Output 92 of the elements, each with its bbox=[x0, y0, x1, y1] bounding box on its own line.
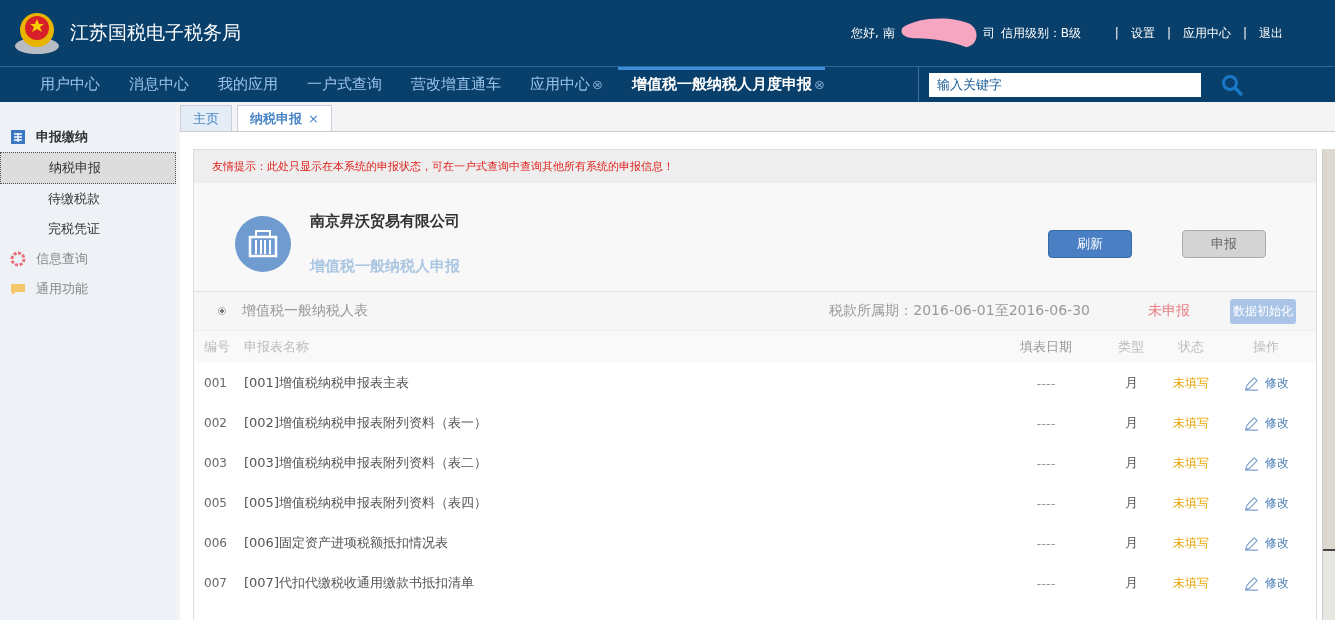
edit-link[interactable]: 修改 bbox=[1264, 374, 1289, 392]
table-cell-text: 月 bbox=[1123, 494, 1139, 512]
sidebar-item[interactable]: 纳税申报 bbox=[0, 152, 176, 184]
header-link[interactable]: 应用中心 bbox=[1182, 24, 1231, 42]
table-cell-text: 月 bbox=[1123, 574, 1139, 592]
refresh-button[interactable]: 刷新 bbox=[1048, 230, 1132, 258]
separator: | bbox=[1114, 26, 1119, 40]
nav-tab[interactable]: 用户中心 bbox=[40, 75, 100, 94]
table-cell-text: 未填写 bbox=[1172, 454, 1210, 472]
declaration-title: 增值税一般纳税人申报 bbox=[310, 257, 461, 276]
site-title: 江苏国税电子税务局 bbox=[70, 20, 241, 45]
emblem-icon bbox=[12, 10, 62, 56]
header-link[interactable]: 退出 bbox=[1259, 24, 1283, 42]
pencil-icon bbox=[1243, 375, 1259, 391]
table-cell-text: 月 bbox=[1123, 374, 1139, 392]
table-cell-text: [002]增值税纳税申报表附列资料（表一） bbox=[244, 414, 488, 432]
nav-tab[interactable]: 我的应用 bbox=[218, 75, 278, 94]
table-cell-text: 001 bbox=[204, 376, 228, 390]
close-icon[interactable]: ⊗ bbox=[813, 77, 825, 92]
notice-text: 友情提示：此处只显示在本系统的申报状态，可在一户式查询中查询其他所有系统的申报信息！ bbox=[194, 150, 1316, 183]
table-cell-text: ---- bbox=[1035, 375, 1057, 391]
search-icon[interactable] bbox=[1221, 73, 1243, 96]
table-cell-text: [003]增值税纳税申报表附列资料（表二） bbox=[244, 454, 488, 472]
table-cell-text: [007]代扣代缴税收通用缴款书抵扣清单 bbox=[244, 574, 475, 592]
sidebar-group[interactable]: 通用功能 bbox=[36, 280, 88, 298]
greeting-text: 您好, 南 bbox=[851, 24, 895, 42]
edit-link[interactable]: 修改 bbox=[1264, 574, 1289, 592]
credit-level: 信用级别：B级 bbox=[1000, 24, 1081, 42]
nav-tab[interactable]: 消息中心 bbox=[129, 75, 189, 94]
nav-tab[interactable]: 营改增直通车 bbox=[411, 75, 501, 94]
column-header: 填表日期 bbox=[1019, 338, 1073, 356]
greeting-text: 司 bbox=[982, 24, 995, 42]
form-name: 增值税一般纳税人表 bbox=[242, 302, 369, 320]
pencil-icon bbox=[1243, 495, 1259, 511]
table-cell-text: 002 bbox=[204, 416, 228, 430]
table-cell-text: 月 bbox=[1123, 534, 1139, 552]
table-cell-text: [005]增值税纳税申报表附列资料（表四） bbox=[244, 494, 488, 512]
table-cell-text: 未填写 bbox=[1172, 374, 1210, 392]
declare-status: 未申报 bbox=[1148, 302, 1190, 320]
nav-tab[interactable]: 一户式查询 bbox=[307, 75, 382, 94]
table-cell-text: ---- bbox=[1035, 575, 1057, 591]
scrollbar[interactable] bbox=[1322, 149, 1335, 620]
chat-icon bbox=[10, 281, 26, 297]
table-cell-text: 月 bbox=[1123, 414, 1139, 432]
table-cell-text: [006]固定资产进项税额抵扣情况表 bbox=[244, 534, 449, 552]
table-cell-text: [001]增值税纳税申报表主表 bbox=[244, 374, 410, 392]
grid-icon bbox=[10, 129, 26, 145]
column-header: 类型 bbox=[1117, 338, 1145, 356]
column-header: 状态 bbox=[1177, 338, 1205, 356]
table-cell-text: 005 bbox=[204, 496, 228, 510]
table-cell-text: 003 bbox=[204, 456, 228, 470]
page-tab[interactable]: 纳税申报 × bbox=[237, 105, 332, 131]
nav-tab[interactable]: 增值税一般纳税人月度申报 bbox=[631, 75, 812, 94]
sidebar-group[interactable]: 信息查询 bbox=[36, 250, 88, 268]
tax-period: 税款所属期：2016-06-01至2016-06-30 bbox=[829, 302, 1090, 320]
sidebar-item[interactable]: 完税凭证 bbox=[0, 214, 176, 244]
edit-link[interactable]: 修改 bbox=[1264, 534, 1289, 552]
pencil-icon bbox=[1243, 415, 1259, 431]
radio-button[interactable] bbox=[218, 307, 226, 315]
submit-button[interactable]: 申报 bbox=[1182, 230, 1266, 258]
table-cell-text: 未填写 bbox=[1172, 494, 1210, 512]
pencil-icon bbox=[1243, 455, 1259, 471]
gear-icon bbox=[10, 251, 26, 267]
table-cell-text: 006 bbox=[204, 536, 228, 550]
column-header: 编号 bbox=[204, 338, 231, 356]
table-cell-text: ---- bbox=[1035, 495, 1057, 511]
close-icon[interactable]: × bbox=[308, 106, 319, 131]
edit-link[interactable]: 修改 bbox=[1264, 494, 1289, 512]
table-cell-text: ---- bbox=[1035, 455, 1057, 471]
table-cell-text: ---- bbox=[1035, 535, 1057, 551]
sidebar-item[interactable]: 待缴税款 bbox=[0, 184, 176, 214]
header-link[interactable]: 设置 bbox=[1130, 24, 1155, 42]
close-icon[interactable]: ⊗ bbox=[592, 77, 603, 92]
edit-link[interactable]: 修改 bbox=[1264, 414, 1289, 432]
column-header: 申报表名称 bbox=[244, 338, 310, 356]
table-cell-text: 月 bbox=[1123, 454, 1139, 472]
edit-link[interactable]: 修改 bbox=[1264, 454, 1289, 472]
table-cell-text: ---- bbox=[1035, 415, 1057, 431]
nav-tab[interactable]: 应用中心 bbox=[530, 75, 590, 94]
table-cell-text: 未填写 bbox=[1172, 414, 1210, 432]
table-cell-text: 未填写 bbox=[1172, 534, 1210, 552]
separator: | bbox=[1242, 26, 1247, 40]
page-tab[interactable]: 主页 bbox=[180, 105, 232, 131]
pencil-icon bbox=[1243, 575, 1259, 591]
separator: | bbox=[1166, 26, 1171, 40]
table-cell-text: 未填写 bbox=[1172, 574, 1210, 592]
sidebar-group[interactable]: 申报缴纳 bbox=[36, 128, 88, 146]
table-cell-text: 007 bbox=[204, 576, 228, 590]
briefcase-icon bbox=[234, 215, 292, 273]
pencil-icon bbox=[1243, 535, 1259, 551]
search-field[interactable]: 输入关键字 bbox=[929, 72, 1201, 97]
company-name: 南京昇沃贸易有限公司 bbox=[310, 212, 461, 231]
